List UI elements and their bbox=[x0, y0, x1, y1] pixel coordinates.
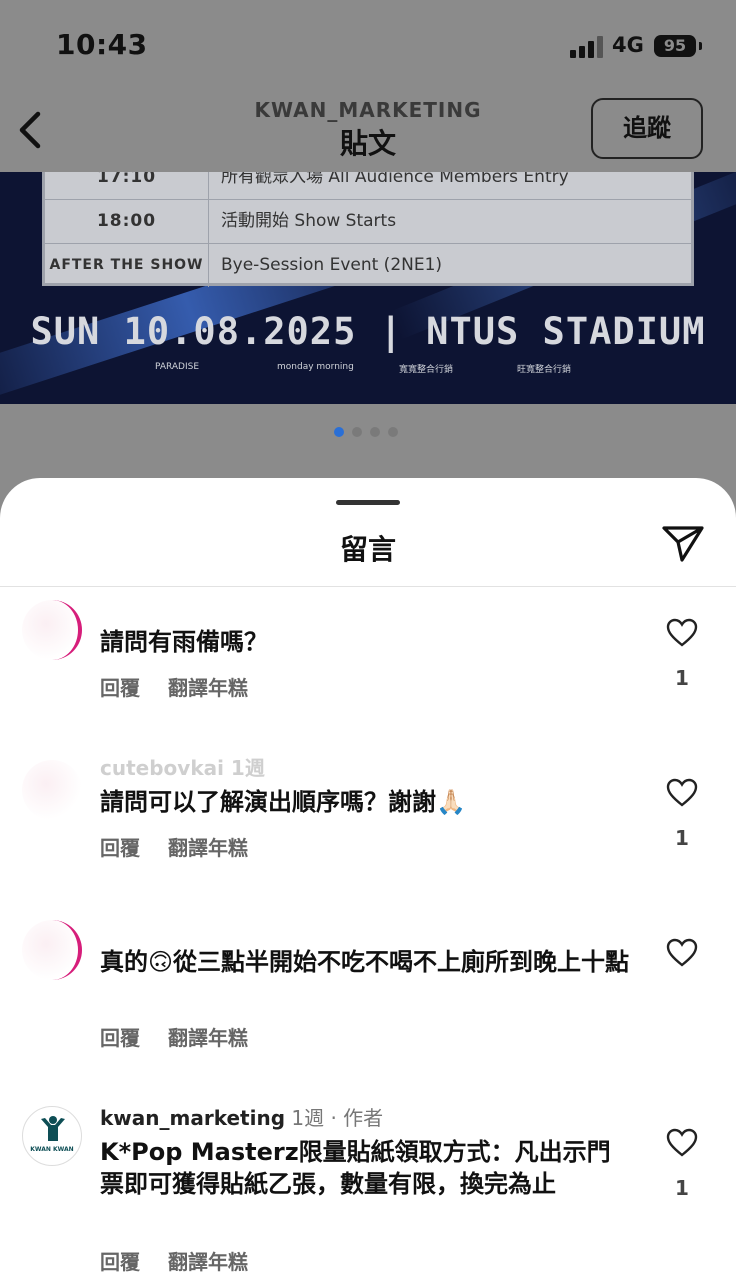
avatar[interactable] bbox=[22, 760, 82, 820]
sponsor-logos: PARADISE monday morning 寬寬整合行銷 旺寬整合行銷 bbox=[155, 362, 595, 382]
schedule-event: 活動開始 Show Starts bbox=[221, 211, 397, 231]
comment-actions: 回覆 翻譯年糕 bbox=[100, 672, 276, 701]
reply-button[interactable]: 回覆 bbox=[100, 1026, 140, 1050]
sponsor-logo: monday morning bbox=[277, 362, 354, 372]
divider bbox=[0, 586, 736, 587]
comment-text: K*Pop Masterz限量貼紙領取方式：凡出示門票即可獲得貼紙乙張，數量有限… bbox=[100, 1138, 611, 1198]
story-ring bbox=[22, 920, 82, 980]
sponsor-logo: 旺寬整合行銷 bbox=[517, 365, 572, 375]
logo-label: KWAN KWAN bbox=[30, 1146, 74, 1153]
sponsor-logo: PARADISE bbox=[155, 362, 200, 372]
status-bar: 10:43 4G 95 bbox=[0, 0, 736, 90]
schedule-table: 17:10 所有觀眾入場 All Audience Members Entry … bbox=[42, 172, 694, 287]
schedule-time: 18:00 bbox=[45, 199, 209, 243]
carousel-dot bbox=[352, 427, 362, 437]
avatar[interactable]: KWAN KWAN bbox=[22, 1106, 82, 1166]
post-image[interactable]: 17:10 所有觀眾入場 All Audience Members Entry … bbox=[0, 172, 736, 404]
heart-icon[interactable] bbox=[666, 618, 698, 648]
carousel-dot bbox=[388, 427, 398, 437]
event-headline: SUN 10.08.2025 | NTUS STADIUM bbox=[30, 310, 706, 353]
heart-icon[interactable] bbox=[666, 1128, 698, 1158]
comment-username[interactable]: kwan_marketing 1週 · 作者 bbox=[100, 1102, 383, 1131]
kwan-logo-icon bbox=[41, 1116, 65, 1141]
like-count: 1 bbox=[675, 666, 689, 690]
comments-sheet: 留言 請問有雨備嗎？ 回覆 翻譯年糕 1 cutebovkai 1週 請問可以了解… bbox=[0, 478, 736, 1280]
post-header: KWAN_MARKETING 貼文 追蹤 bbox=[0, 90, 736, 172]
comment-text: 請問可以了解演出順序嗎？謝謝🙏🏻 bbox=[100, 788, 466, 816]
schedule-time: AFTER THE SHOW bbox=[45, 243, 209, 287]
comment-actions: 回覆 翻譯年糕 bbox=[100, 1022, 276, 1051]
battery-tip bbox=[699, 42, 702, 50]
carousel-dot-active bbox=[334, 427, 344, 437]
comment-text: 真的🙃從三點半開始不吃不喝不上廁所到晚上十點 bbox=[100, 948, 630, 976]
sheet-title: 留言 bbox=[339, 533, 396, 566]
battery-icon: 95 bbox=[654, 35, 696, 57]
translate-button[interactable]: 翻譯年糕 bbox=[168, 1026, 248, 1050]
background-post: 10:43 4G 95 KWAN_MARKETING 貼文 追蹤 17:10 所… bbox=[0, 0, 736, 520]
like-count: 1 bbox=[675, 826, 689, 850]
network-type: 4G bbox=[612, 33, 644, 57]
signal-icon bbox=[570, 36, 604, 58]
comment-actions: 回覆 翻譯年糕 bbox=[100, 832, 276, 861]
schedule-event: 所有觀眾入場 All Audience Members Entry bbox=[221, 172, 569, 187]
send-icon[interactable] bbox=[660, 524, 706, 564]
carousel-dot bbox=[370, 427, 380, 437]
reply-button[interactable]: 回覆 bbox=[100, 676, 140, 700]
translate-button[interactable]: 翻譯年糕 bbox=[168, 676, 248, 700]
comment-username[interactable]: cutebovkai 1週 bbox=[100, 752, 265, 781]
clock: 10:43 bbox=[56, 28, 148, 61]
comment-actions: 回覆 翻譯年糕 bbox=[100, 1246, 276, 1275]
translate-button[interactable]: 翻譯年糕 bbox=[168, 836, 248, 860]
schedule-event: Bye-Session Event (2NE1) bbox=[221, 255, 443, 275]
schedule-time: 17:10 bbox=[45, 172, 209, 199]
follow-button[interactable]: 追蹤 bbox=[591, 98, 703, 159]
sheet-drag-handle[interactable] bbox=[336, 500, 400, 505]
heart-icon[interactable] bbox=[666, 938, 698, 968]
heart-icon[interactable] bbox=[666, 778, 698, 808]
reply-button[interactable]: 回覆 bbox=[100, 836, 140, 860]
like-count: 1 bbox=[675, 1176, 689, 1200]
reply-button[interactable]: 回覆 bbox=[100, 1250, 140, 1274]
story-ring bbox=[22, 600, 82, 660]
comment-text: 請問有雨備嗎？ bbox=[100, 628, 268, 656]
sponsor-logo: 寬寬整合行銷 bbox=[399, 365, 454, 375]
translate-button[interactable]: 翻譯年糕 bbox=[168, 1250, 248, 1274]
